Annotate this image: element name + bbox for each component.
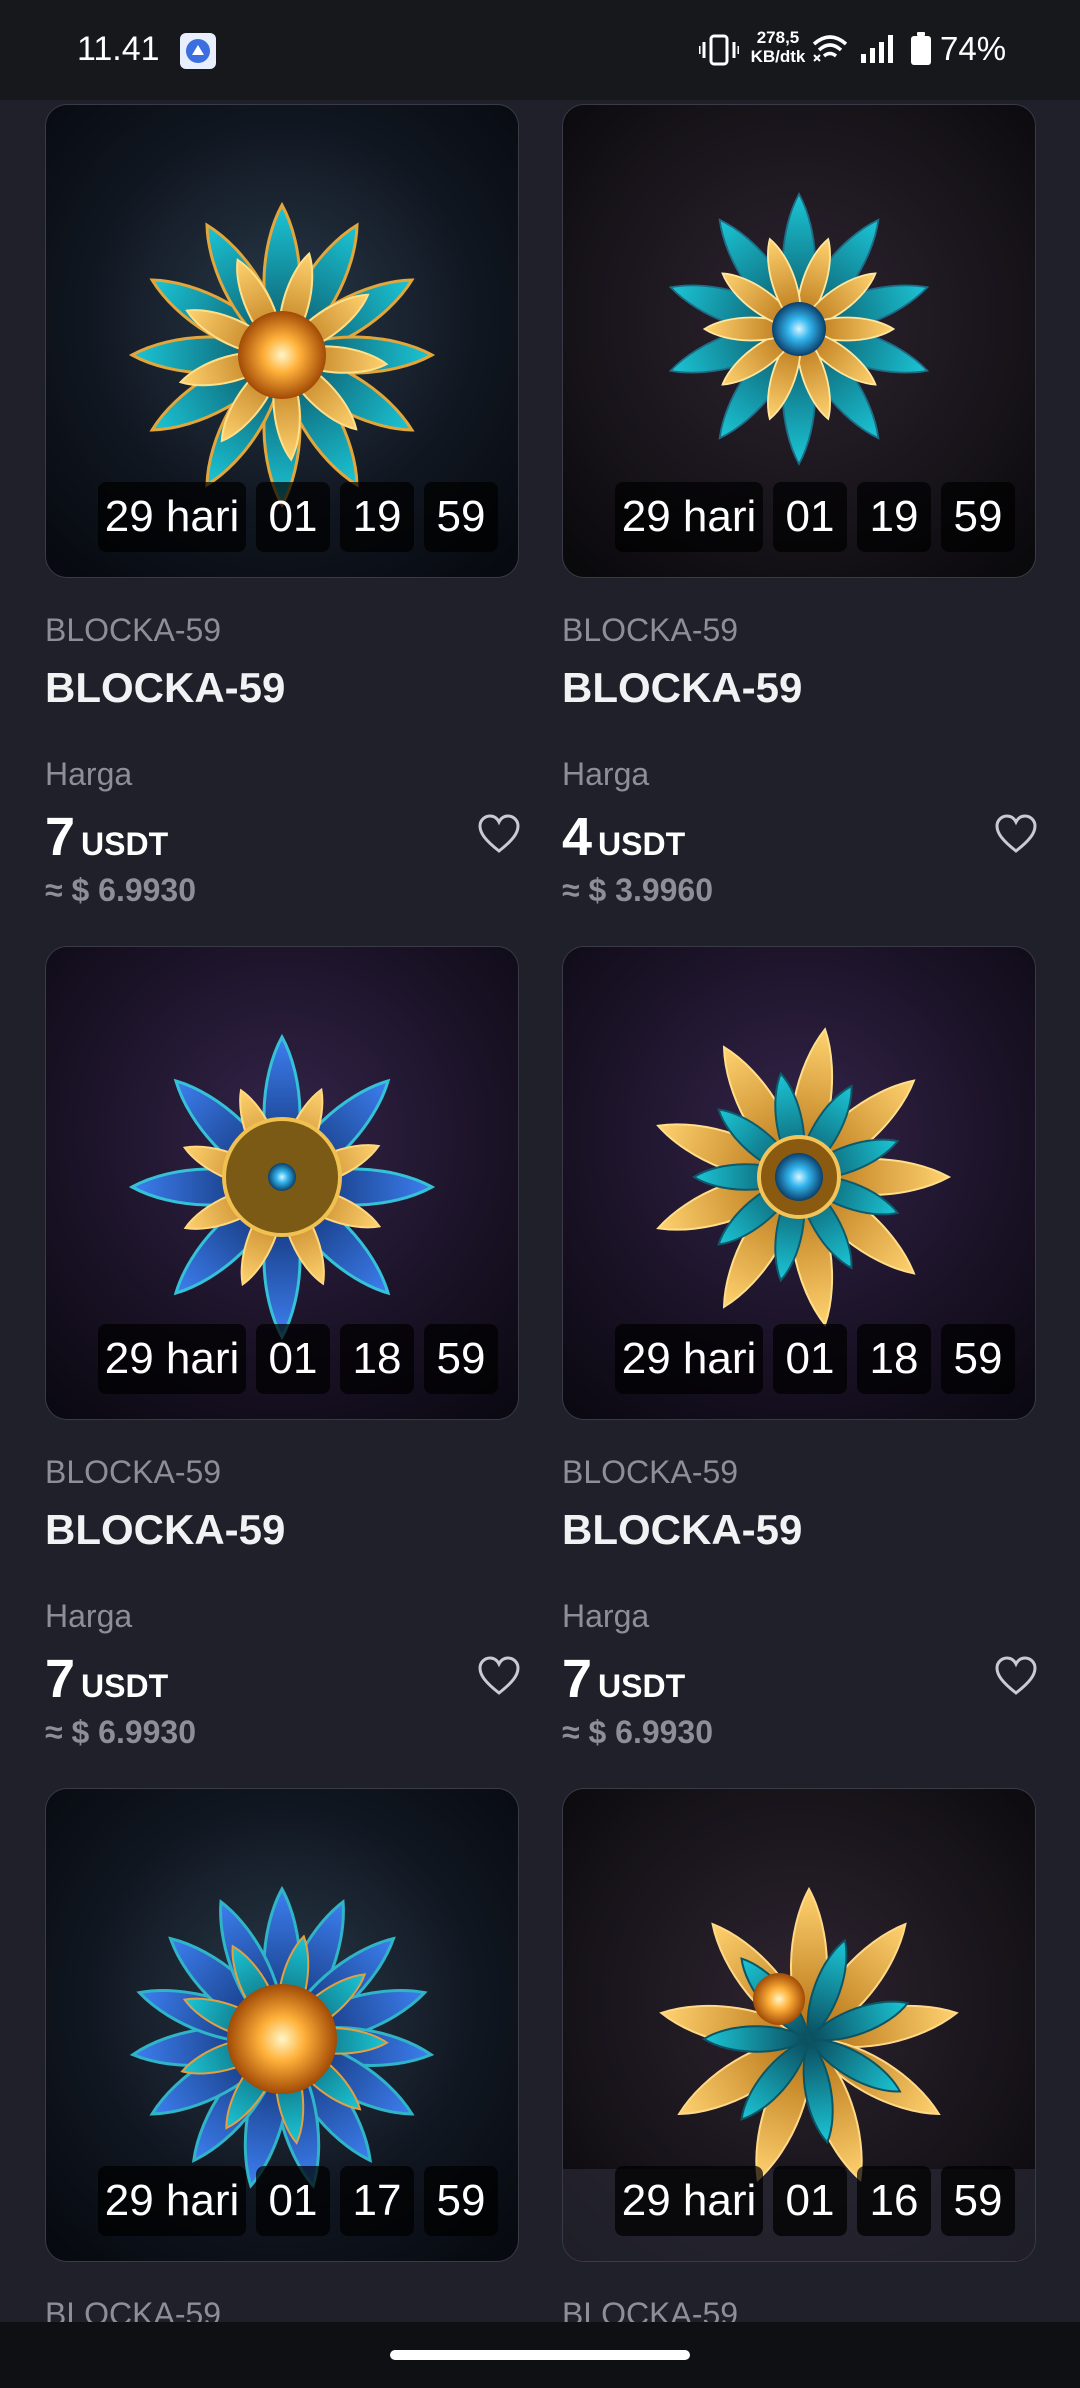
countdown-minutes: 19	[857, 482, 931, 552]
price: 7 USDT	[45, 1648, 168, 1710]
countdown-days: 29 hari	[98, 482, 246, 552]
price-unit: USDT	[598, 826, 686, 862]
price-value: 4	[562, 807, 593, 867]
price-unit: USDT	[598, 1668, 686, 1704]
countdown-hours: 01	[256, 1324, 330, 1394]
price-label: Harga	[45, 1598, 133, 1634]
favorite-heart-icon[interactable]	[994, 814, 1038, 854]
price: 7 USDT	[45, 806, 168, 868]
countdown-seconds: 59	[941, 1324, 1015, 1394]
countdown-hours: 01	[773, 2166, 847, 2236]
countdown-days: 29 hari	[98, 1324, 246, 1394]
countdown-seconds: 59	[424, 482, 498, 552]
countdown-days: 29 hari	[615, 1324, 763, 1394]
countdown-hours: 01	[256, 482, 330, 552]
favorite-heart-icon[interactable]	[994, 1656, 1038, 1696]
countdown-minutes: 17	[340, 2166, 414, 2236]
countdown-hours: 01	[256, 2166, 330, 2236]
price-unit: USDT	[81, 1668, 169, 1704]
nft-name: BLOCKA-59	[562, 1506, 803, 1553]
countdown-seconds: 59	[941, 482, 1015, 552]
countdown-hours: 01	[773, 1324, 847, 1394]
countdown-seconds: 59	[941, 2166, 1015, 2236]
countdown-seconds: 59	[424, 1324, 498, 1394]
price-value: 7	[45, 807, 76, 867]
countdown-seconds: 59	[424, 2166, 498, 2236]
nft-grid: 29 hari 01 19 59 BLOCKA-59 BLOCKA-59 Har…	[0, 0, 1080, 2388]
price-value: 7	[45, 1649, 76, 1709]
collection-name: BLOCKA-59	[562, 612, 739, 648]
countdown-minutes: 16	[857, 2166, 931, 2236]
usd-equivalent: ≈ $ 6.9930	[45, 1714, 197, 1750]
price-value: 7	[562, 1649, 593, 1709]
nft-name: BLOCKA-59	[562, 664, 803, 711]
countdown-days: 29 hari	[615, 2166, 763, 2236]
countdown-days: 29 hari	[98, 2166, 246, 2236]
price-label: Harga	[45, 756, 133, 792]
countdown-minutes: 18	[340, 1324, 414, 1394]
countdown-minutes: 19	[340, 482, 414, 552]
price-unit: USDT	[81, 826, 169, 862]
usd-equivalent: ≈ $ 3.9960	[562, 872, 714, 908]
price-label: Harga	[562, 1598, 650, 1634]
usd-equivalent: ≈ $ 6.9930	[562, 1714, 714, 1750]
collection-name: BLOCKA-59	[45, 612, 222, 648]
countdown-hours: 01	[773, 482, 847, 552]
price-label: Harga	[562, 756, 650, 792]
collection-name: BLOCKA-59	[45, 1454, 222, 1490]
countdown-minutes: 18	[857, 1324, 931, 1394]
usd-equivalent: ≈ $ 6.9930	[45, 872, 197, 908]
countdown-days: 29 hari	[615, 482, 763, 552]
collection-name: BLOCKA-59	[562, 1454, 739, 1490]
price: 7 USDT	[562, 1648, 685, 1710]
favorite-heart-icon[interactable]	[477, 814, 521, 854]
nft-name: BLOCKA-59	[45, 664, 286, 711]
home-gesture-handle[interactable]	[390, 2350, 690, 2360]
favorite-heart-icon[interactable]	[477, 1656, 521, 1696]
nft-name: BLOCKA-59	[45, 1506, 286, 1553]
price: 4 USDT	[562, 806, 685, 868]
